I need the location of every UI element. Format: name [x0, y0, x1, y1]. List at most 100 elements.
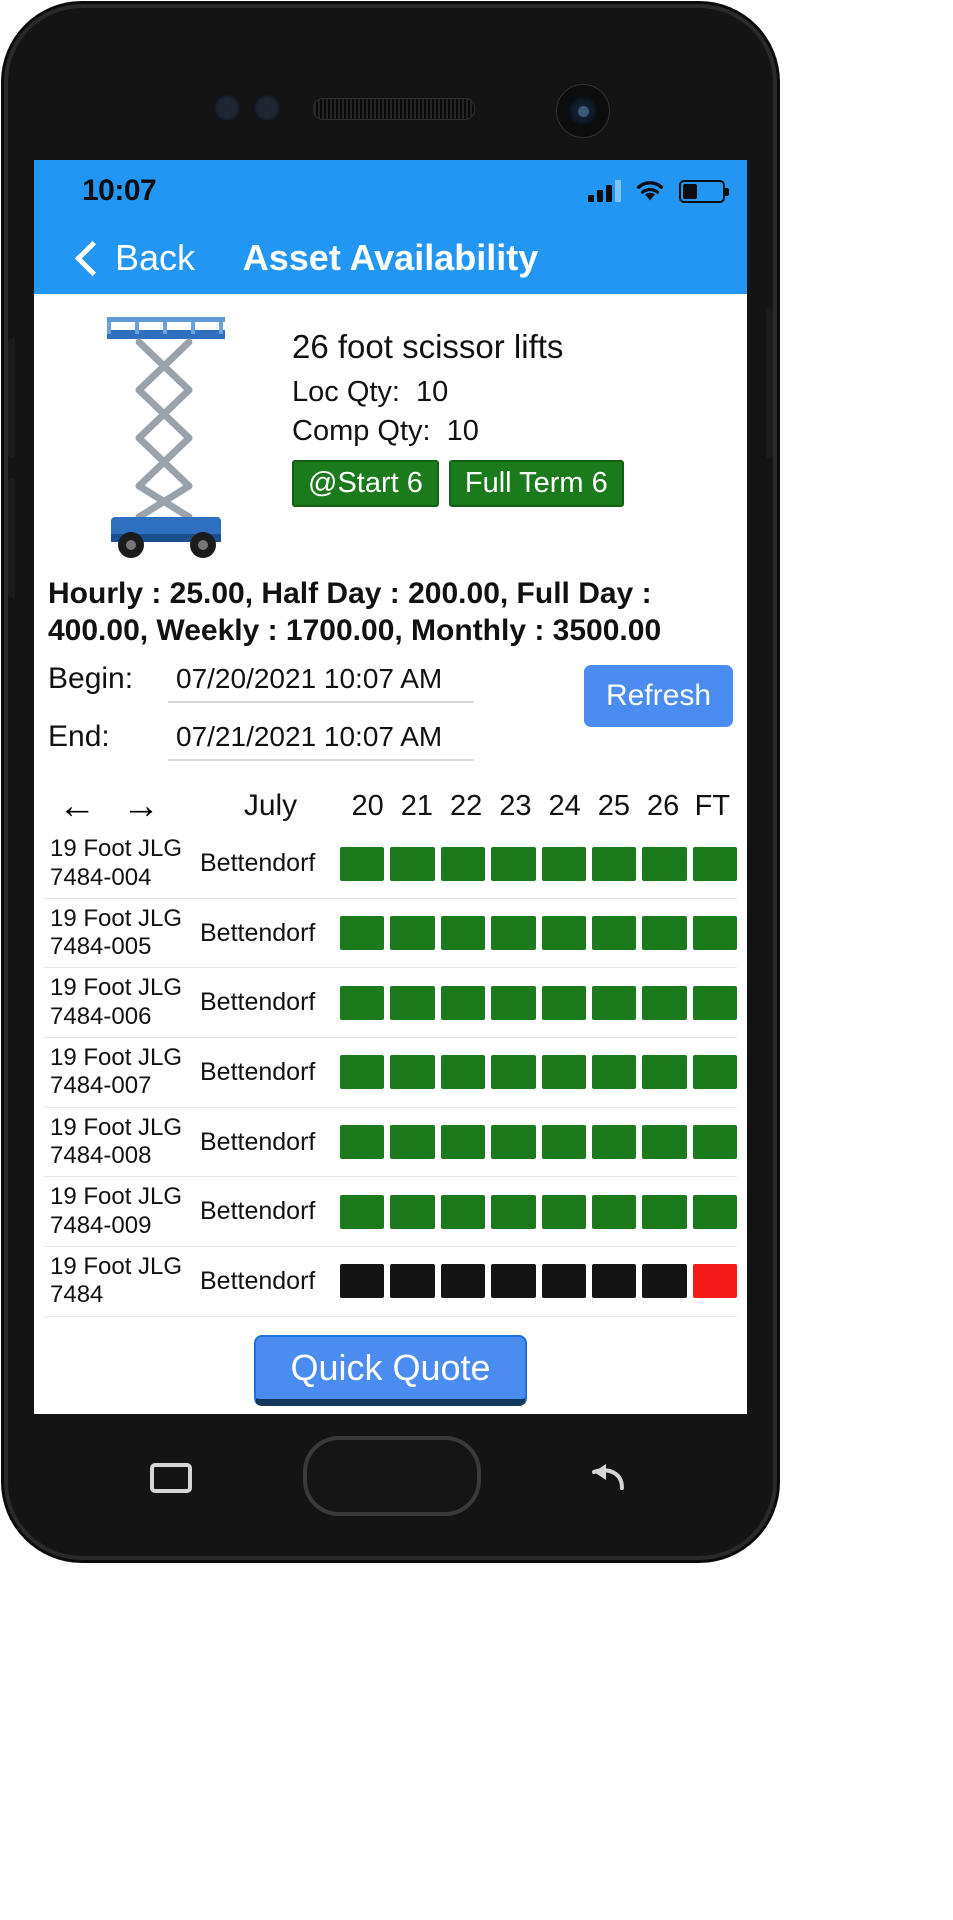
table-row[interactable]: 19 Foot JLG 7484-006 Bettendorf [44, 968, 737, 1039]
availability-cell-black[interactable] [340, 1264, 385, 1299]
quick-quote-button[interactable]: Quick Quote [254, 1334, 527, 1406]
asset-name-cell: 19 Foot JLG 7484-008 [50, 1113, 183, 1169]
availability-cell-green[interactable] [440, 1194, 486, 1229]
asset-name-cell: 19 Foot JLG 7484-006 [50, 974, 183, 1030]
status-badge-at-start: @Start 6 [292, 459, 439, 507]
availability-cell-black[interactable] [440, 1264, 486, 1299]
availability-cell-black[interactable] [642, 1264, 687, 1299]
table-row[interactable]: 19 Foot JLG 7484-008 Bettendorf [44, 1108, 737, 1178]
table-row[interactable]: 19 Foot JLG 7484-009 Bettendorf [44, 1177, 737, 1247]
status-clock: 10:07 [82, 174, 157, 207]
availability-cell-green[interactable] [692, 916, 737, 951]
screen-content: 26 foot scissor lifts Loc Qty: 10 Comp Qt… [34, 294, 747, 1414]
availability-cell-green[interactable] [491, 985, 536, 1020]
nav-bar: Back Asset Availability [34, 222, 747, 294]
availability-cell-green[interactable] [390, 1055, 435, 1090]
availability-cell-green[interactable] [390, 916, 435, 951]
availability-cell-green[interactable] [591, 846, 637, 881]
end-date-input[interactable]: 07/21/2021 10:07 AM [168, 719, 474, 762]
availability-cell-green[interactable] [642, 985, 687, 1020]
begin-date-input[interactable]: 07/20/2021 10:07 AM [168, 661, 474, 704]
home-button[interactable] [303, 1436, 481, 1516]
availability-cell-green[interactable] [491, 1194, 536, 1229]
availability-cell-green[interactable] [340, 985, 385, 1020]
availability-cell-green[interactable] [390, 846, 435, 881]
availability-cell-green[interactable] [491, 1055, 536, 1090]
availability-cell-green[interactable] [591, 985, 637, 1020]
recents-button[interactable] [148, 1460, 194, 1496]
availability-cell-green[interactable] [390, 1194, 435, 1229]
availability-cell-green[interactable] [591, 1194, 637, 1229]
availability-cell-green[interactable] [491, 1125, 536, 1159]
availability-cell-green[interactable] [692, 985, 737, 1020]
availability-cell-green[interactable] [692, 1055, 737, 1090]
availability-cell-green[interactable] [340, 916, 385, 951]
availability-cell-green[interactable] [340, 846, 385, 881]
back-button[interactable]: Back [58, 237, 195, 279]
asset-name-cell: 19 Foot JLG 7484-009 [50, 1183, 183, 1239]
scissor-lift-image [42, 304, 292, 562]
availability-cell-green[interactable] [440, 1055, 486, 1090]
power-button[interactable] [766, 308, 773, 458]
availability-cell-green[interactable] [440, 916, 486, 951]
arrow-right-icon[interactable]: → [122, 787, 160, 825]
calendar-day-columns: 20 21 22 23 24 25 26 FT [343, 790, 737, 823]
availability-cell-green[interactable] [541, 846, 586, 881]
availability-cell-green[interactable] [491, 916, 536, 951]
availability-cell-black[interactable] [591, 1264, 637, 1299]
table-row[interactable]: 19 Foot JLG 7484-004 Bettendorf [44, 829, 737, 899]
status-bar: 10:07 [34, 160, 747, 222]
availability-cell-green[interactable] [440, 846, 486, 881]
refresh-button[interactable]: Refresh [583, 665, 733, 728]
availability-cell-black[interactable] [541, 1264, 586, 1299]
availability-cell-black[interactable] [390, 1264, 435, 1299]
availability-cell-green[interactable] [440, 1125, 486, 1159]
availability-cell-green[interactable] [642, 1055, 687, 1090]
arrow-left-icon[interactable]: ← [58, 787, 96, 825]
asset-details: 26 foot scissor lifts Loc Qty: 10 Comp Qt… [292, 304, 739, 562]
availability-cell-green[interactable] [541, 1194, 586, 1229]
availability-cell-green[interactable] [642, 846, 687, 881]
status-icon-group [588, 179, 729, 203]
android-back-button[interactable] [586, 1458, 630, 1498]
availability-cell-green[interactable] [692, 1125, 737, 1159]
asset-title: 26 foot scissor lifts [292, 328, 564, 365]
availability-cell-green[interactable] [390, 1125, 435, 1159]
availability-cell-green[interactable] [440, 985, 486, 1020]
phone-top-bezel [8, 48, 773, 138]
availability-cell-green[interactable] [491, 846, 536, 881]
comp-qty-label: Comp Qty: [292, 414, 431, 447]
availability-cell-red[interactable] [692, 1264, 737, 1299]
volume-up-button[interactable] [8, 338, 15, 458]
availability-cell-green[interactable] [591, 1055, 637, 1090]
availability-cell-green[interactable] [591, 916, 637, 951]
availability-cell-green[interactable] [642, 916, 687, 951]
availability-cell-green[interactable] [541, 985, 586, 1020]
asset-summary: 26 foot scissor lifts Loc Qty: 10 Comp Qt… [34, 294, 747, 562]
calendar-column-25: 25 [597, 789, 630, 822]
availability-cell-green[interactable] [340, 1125, 385, 1159]
availability-cells [340, 916, 737, 951]
availability-cell-green[interactable] [390, 985, 435, 1020]
asset-location-cell: Bettendorf [200, 988, 316, 1017]
signal-bars-icon [588, 180, 621, 202]
availability-cell-green[interactable] [541, 1125, 586, 1159]
availability-cell-green[interactable] [642, 1194, 687, 1229]
volume-down-button[interactable] [8, 478, 15, 598]
asset-location-cell: Bettendorf [200, 918, 316, 947]
table-row[interactable]: 19 Foot JLG 7484 Bettendorf [44, 1247, 737, 1317]
availability-cell-green[interactable] [340, 1194, 385, 1229]
calendar-column-24: 24 [548, 789, 581, 822]
availability-cell-green[interactable] [692, 1194, 737, 1229]
availability-cell-green[interactable] [340, 1055, 385, 1090]
availability-cell-green[interactable] [541, 1055, 586, 1090]
availability-cell-green[interactable] [692, 846, 737, 881]
availability-cell-green[interactable] [591, 1125, 637, 1159]
availability-cell-green[interactable] [642, 1125, 687, 1159]
calendar-column-22: 22 [449, 789, 483, 822]
table-row[interactable]: 19 Foot JLG 7484-005 Bettendorf [44, 899, 737, 969]
availability-cell-green[interactable] [541, 916, 586, 951]
loc-qty-value: 10 [416, 375, 449, 408]
table-row[interactable]: 19 Foot JLG 7484-007 Bettendorf [44, 1038, 737, 1108]
availability-cell-black[interactable] [491, 1264, 536, 1299]
